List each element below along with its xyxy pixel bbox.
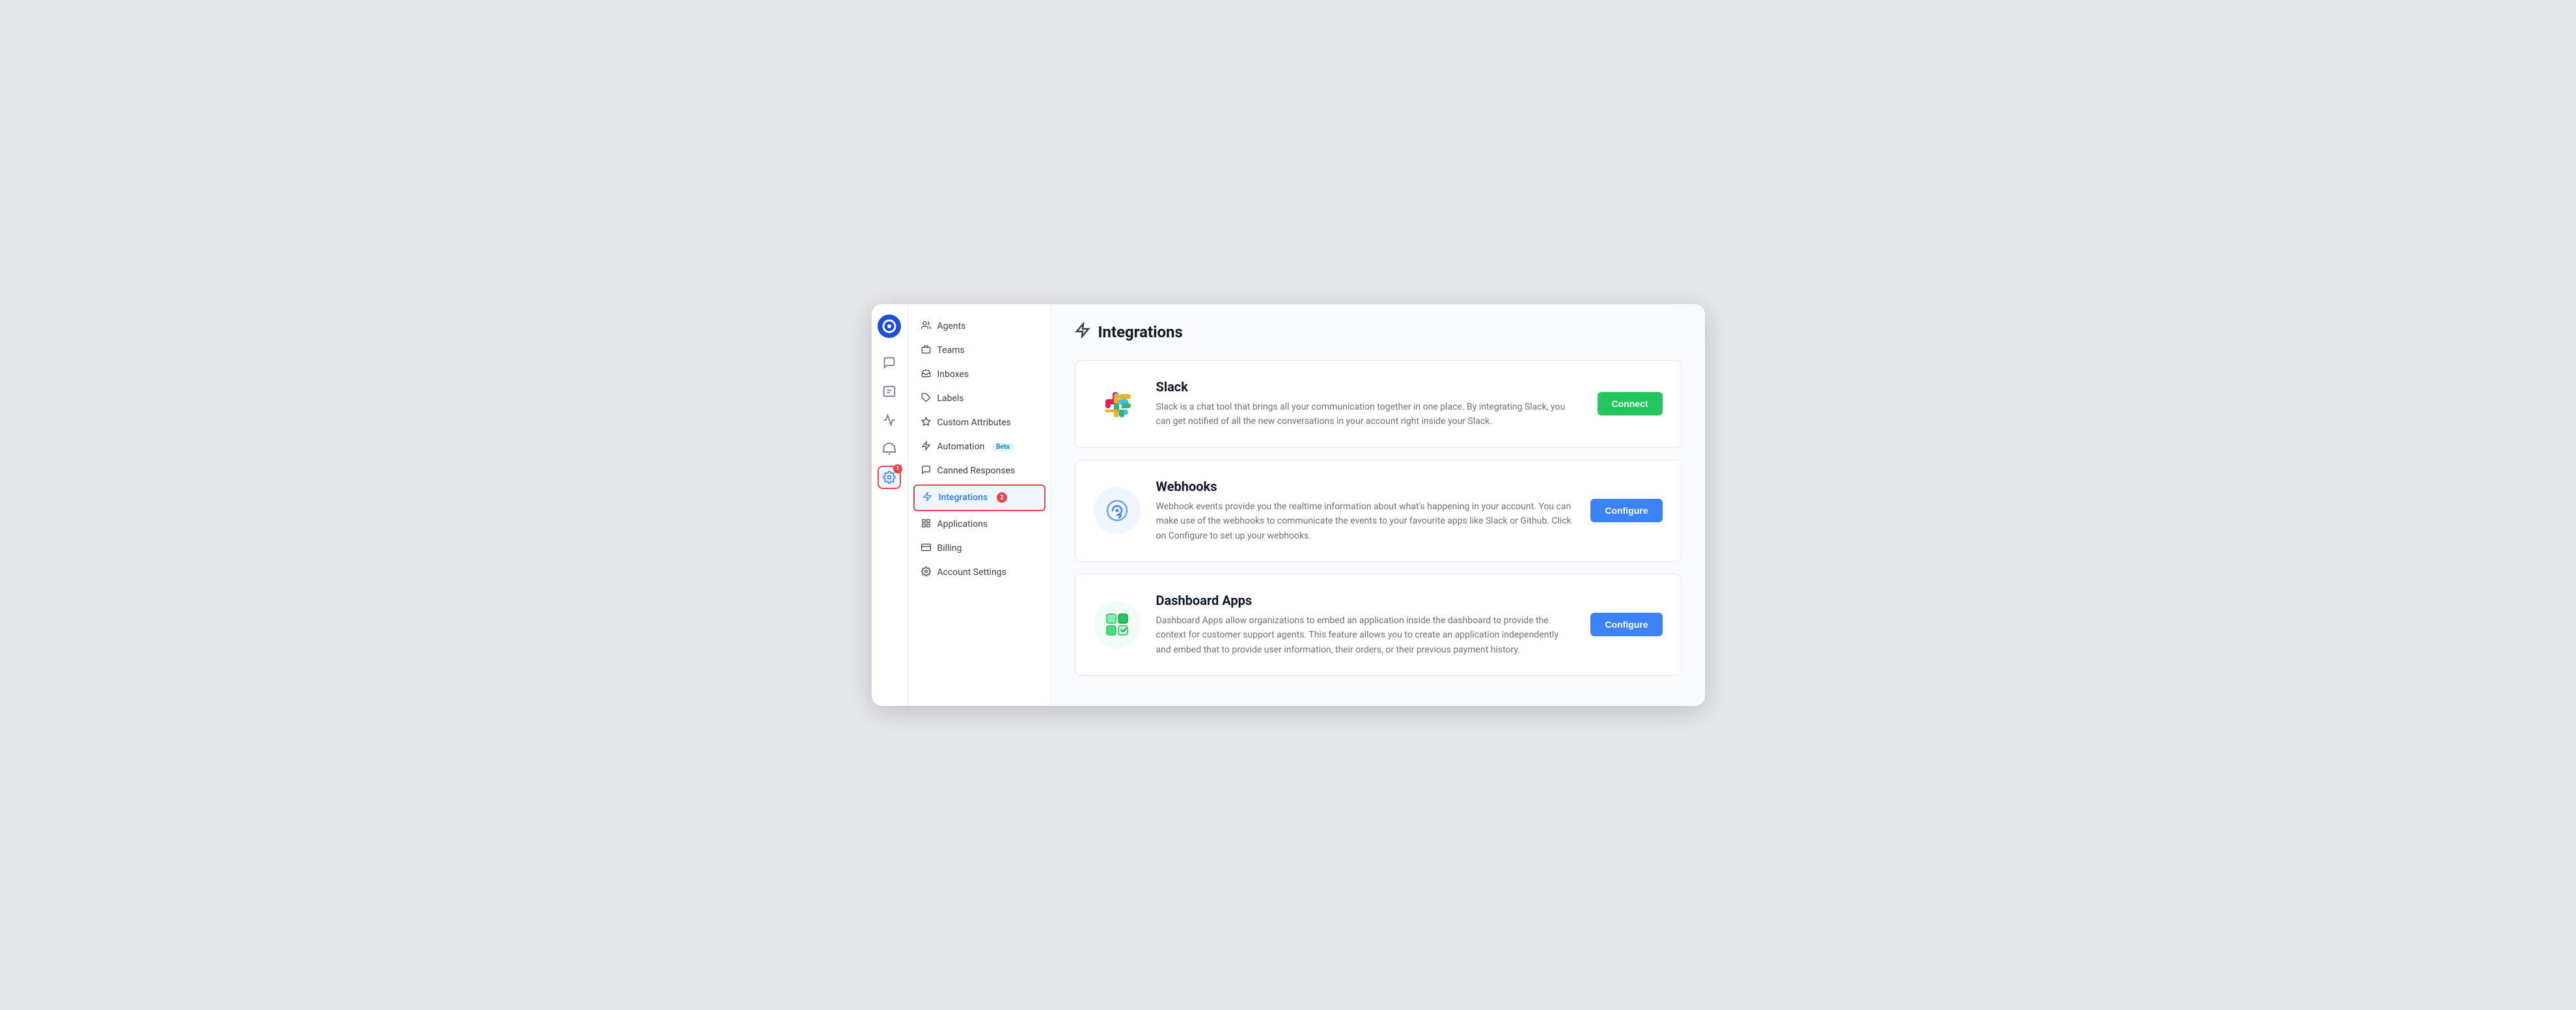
webhooks-title: Webhooks: [1156, 479, 1575, 494]
sidebar-item-automation[interactable]: Automation Beta: [908, 435, 1051, 459]
integrations-notification-badge: 2: [997, 492, 1007, 503]
sidebar-item-custom-attributes[interactable]: Custom Attributes: [908, 411, 1051, 435]
sidebar-item-applications[interactable]: Applications: [908, 512, 1051, 537]
app-logo[interactable]: [878, 315, 901, 338]
dashboard-apps-description: Dashboard Apps allow organizations to em…: [1156, 613, 1575, 657]
contacts-nav-icon[interactable]: [878, 380, 901, 403]
settings-nav-icon[interactable]: 1: [878, 466, 901, 489]
page-header-icon: [1075, 322, 1090, 342]
notifications-nav-icon[interactable]: [878, 437, 901, 460]
integrations-icon: [922, 492, 932, 504]
slack-title: Slack: [1156, 379, 1582, 395]
webhooks-description: Webhook events provide you the realtime …: [1156, 499, 1575, 543]
sidebar-item-inboxes[interactable]: Inboxes: [908, 363, 1051, 387]
icon-rail: 1: [872, 304, 908, 706]
inboxes-icon: [921, 369, 931, 381]
labels-icon: [921, 393, 931, 405]
sidebar-item-canned-responses[interactable]: Canned Responses: [908, 459, 1051, 483]
sidebar-item-account-settings-label: Account Settings: [937, 567, 1006, 578]
canned-responses-icon: [921, 465, 931, 477]
slack-card-content: Slack Slack is a chat tool that brings a…: [1156, 379, 1582, 429]
sidebar-item-billing-label: Billing: [937, 543, 962, 554]
slack-connect-button[interactable]: Connect: [1598, 392, 1663, 415]
sidebar: Agents Teams Inboxes Labels Custom Attri…: [908, 304, 1051, 706]
webhooks-card-content: Webhooks Webhook events provide you the …: [1156, 479, 1575, 543]
sidebar-item-custom-attributes-label: Custom Attributes: [937, 417, 1011, 428]
webhooks-integration-card: Webhooks Webhook events provide you the …: [1075, 460, 1682, 562]
sidebar-item-integrations[interactable]: Integrations 2: [913, 484, 1046, 511]
app-window: 1 Agents Teams Inboxes Labels: [872, 304, 1705, 706]
custom-attributes-icon: [921, 417, 931, 429]
main-content: Integrations: [1051, 304, 1705, 706]
sidebar-item-labels[interactable]: Labels: [908, 387, 1051, 411]
dashboard-apps-integration-card: Dashboard Apps Dashboard Apps allow orga…: [1075, 574, 1682, 676]
account-settings-icon: [921, 567, 931, 579]
page-title: Integrations: [1098, 323, 1183, 341]
applications-icon: [921, 518, 931, 531]
sidebar-item-automation-label: Automation: [937, 442, 985, 452]
webhooks-configure-button[interactable]: Configure: [1590, 499, 1662, 522]
slack-logo: [1094, 380, 1141, 427]
reports-nav-icon[interactable]: [878, 408, 901, 432]
automation-icon: [921, 441, 931, 453]
sidebar-item-inboxes-label: Inboxes: [937, 369, 969, 380]
settings-badge: 1: [893, 464, 902, 473]
slack-integration-card: Slack Slack is a chat tool that brings a…: [1075, 360, 1682, 448]
sidebar-item-billing[interactable]: Billing: [908, 537, 1051, 561]
dashboard-apps-card-content: Dashboard Apps Dashboard Apps allow orga…: [1156, 593, 1575, 657]
sidebar-item-account-settings[interactable]: Account Settings: [908, 561, 1051, 585]
sidebar-item-integrations-label: Integrations: [939, 492, 988, 503]
sidebar-item-teams-label: Teams: [937, 345, 965, 356]
billing-icon: [921, 542, 931, 555]
sidebar-item-canned-responses-label: Canned Responses: [937, 466, 1016, 476]
slack-description: Slack is a chat tool that brings all you…: [1156, 400, 1582, 429]
agents-icon: [921, 320, 931, 333]
sidebar-item-agents-label: Agents: [937, 321, 966, 331]
automation-beta-badge: Beta: [992, 443, 1013, 451]
dashboard-apps-logo: [1094, 601, 1141, 648]
sidebar-item-applications-label: Applications: [937, 519, 988, 529]
teams-icon: [921, 344, 931, 357]
dashboard-apps-configure-button[interactable]: Configure: [1590, 613, 1662, 636]
page-header: Integrations: [1075, 322, 1682, 342]
sidebar-item-agents[interactable]: Agents: [908, 315, 1051, 339]
sidebar-item-teams[interactable]: Teams: [908, 339, 1051, 363]
dashboard-apps-title: Dashboard Apps: [1156, 593, 1575, 608]
sidebar-item-labels-label: Labels: [937, 393, 964, 404]
conversations-nav-icon[interactable]: [878, 351, 901, 374]
webhooks-logo: [1094, 487, 1141, 534]
